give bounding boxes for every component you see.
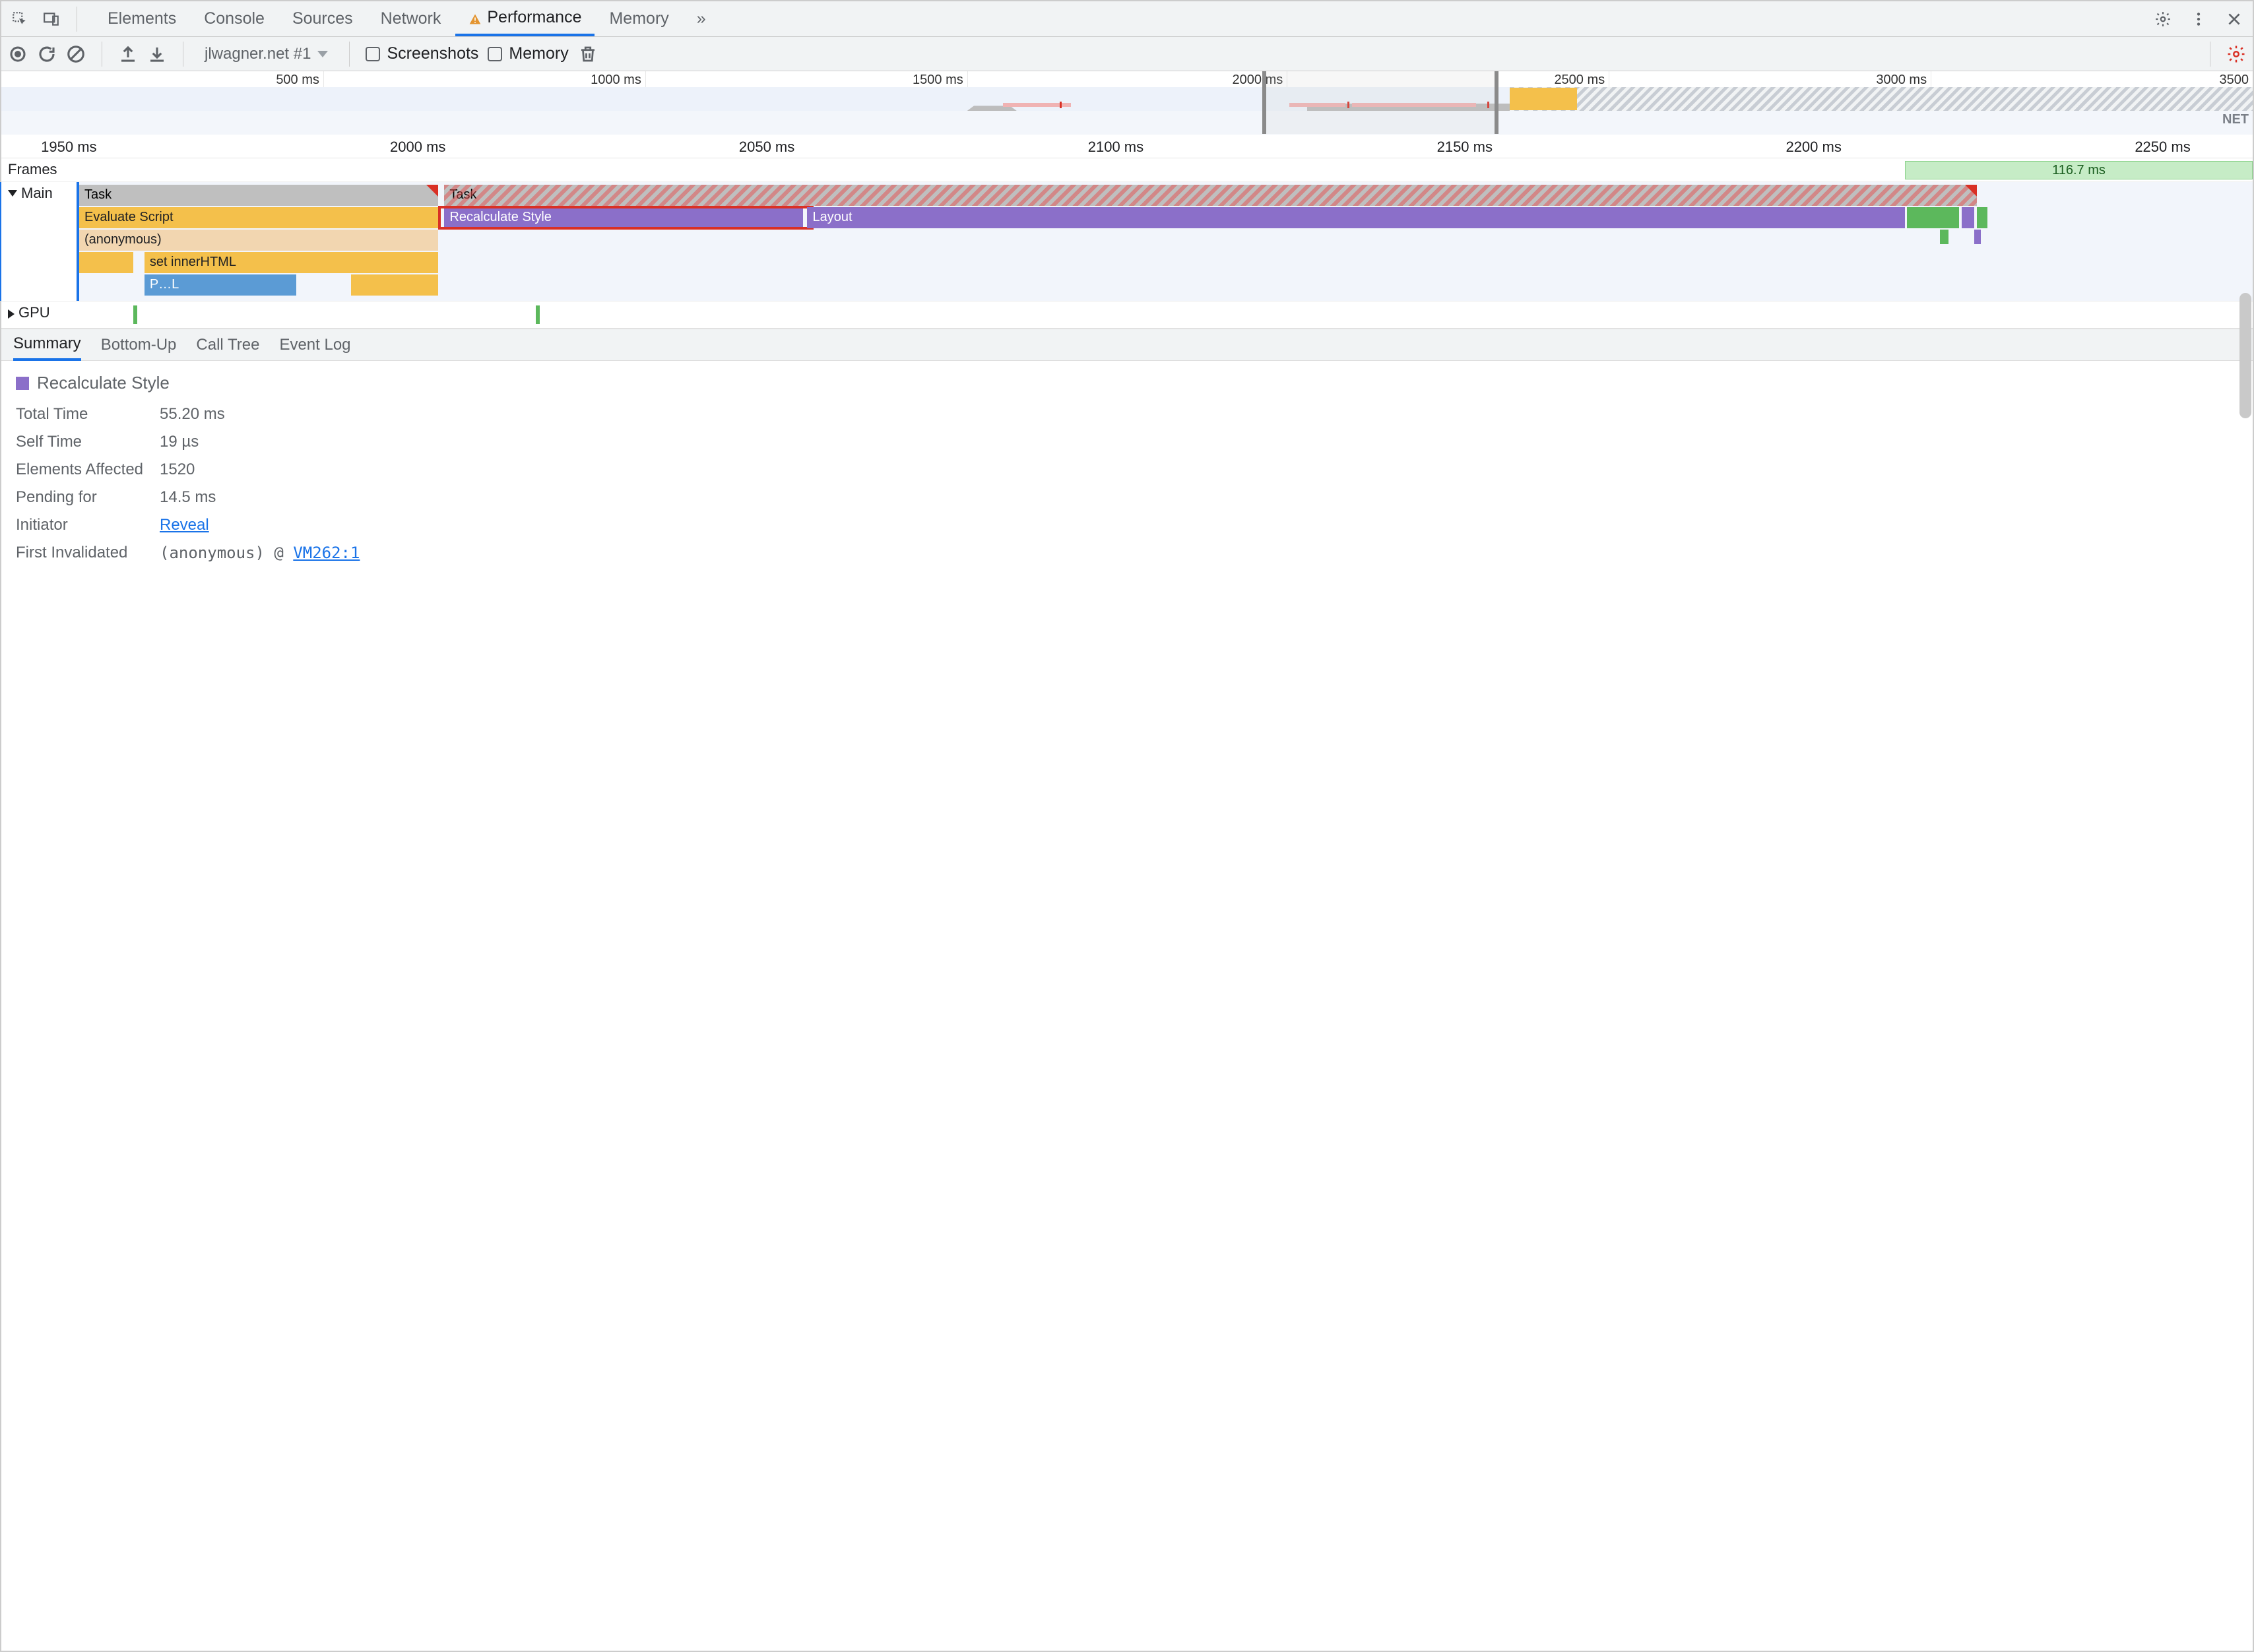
- warning-icon: [468, 11, 482, 24]
- cpu-hatch: [1510, 87, 2253, 111]
- bar-tiny[interactable]: [1940, 230, 1948, 244]
- summary-key: Elements Affected: [16, 461, 148, 479]
- scrollbar[interactable]: [2239, 293, 2251, 418]
- record-icon[interactable]: [8, 44, 28, 64]
- selection-highlight: [438, 206, 814, 230]
- summary-title: Recalculate Style: [37, 373, 170, 393]
- overview-net-row: NET: [1, 111, 2253, 135]
- chevron-down-icon[interactable]: [8, 190, 17, 197]
- bar-paint[interactable]: [1907, 207, 1959, 228]
- bar-tiny[interactable]: [351, 274, 438, 296]
- tab-performance[interactable]: Performance: [455, 1, 595, 36]
- bar-tiny[interactable]: [1977, 207, 1987, 228]
- settings-gear-icon[interactable]: [2150, 6, 2176, 32]
- panel-tabs: Elements Console Sources Network Perform…: [94, 1, 719, 36]
- overview-selection[interactable]: [1262, 71, 1498, 134]
- stack-frame: (anonymous) @ VM262:1: [160, 544, 360, 562]
- color-swatch: [16, 377, 29, 390]
- checkbox-icon: [366, 47, 380, 61]
- gpu-activity[interactable]: [133, 305, 137, 324]
- source-link[interactable]: VM262:1: [293, 544, 360, 562]
- bar-evaluate-script[interactable]: Evaluate Script: [79, 207, 438, 228]
- summary-key: Pending for: [16, 488, 148, 507]
- inspect-element-icon[interactable]: [7, 6, 33, 32]
- summary-panel: Recalculate Style Total Time 55.20 ms Sel…: [1, 361, 2253, 583]
- frame-pill[interactable]: 116.7 ms: [1905, 161, 2253, 179]
- track-main[interactable]: Main Task Task Evaluate Script Recalcula…: [1, 182, 2253, 302]
- main-label: Main: [21, 185, 53, 202]
- capture-settings-gear-icon[interactable]: [2226, 44, 2246, 64]
- summary-key: Total Time: [16, 405, 148, 424]
- reload-icon[interactable]: [37, 44, 57, 64]
- bar-tiny[interactable]: [1962, 207, 1975, 228]
- download-icon[interactable]: [147, 44, 167, 64]
- detail-ruler[interactable]: 1950 ms 2000 ms 2050 ms 2100 ms 2150 ms …: [1, 135, 2253, 158]
- tab-bottom-up[interactable]: Bottom-Up: [101, 331, 177, 360]
- tabs-overflow[interactable]: »: [684, 1, 719, 36]
- tab-call-tree[interactable]: Call Tree: [196, 331, 259, 360]
- gpu-label: GPU: [18, 304, 50, 321]
- bar-layout[interactable]: Layout: [807, 207, 1904, 228]
- bar-tiny[interactable]: [79, 252, 133, 273]
- summary-value: 1520: [160, 461, 195, 479]
- net-label: NET: [2222, 112, 2249, 127]
- long-task-corner-icon: [426, 185, 438, 197]
- main-flame-lane[interactable]: Task Task Evaluate Script Recalculate St…: [77, 182, 2253, 301]
- tracks: Frames 116.7 ms Main Task Task Evaluate …: [1, 158, 2253, 329]
- recording-select[interactable]: jlwagner.net #1: [199, 45, 333, 63]
- memory-checkbox[interactable]: Memory: [488, 44, 568, 63]
- screenshots-checkbox[interactable]: Screenshots: [366, 44, 478, 63]
- separator: [349, 42, 350, 67]
- tab-event-log[interactable]: Event Log: [279, 331, 350, 360]
- reveal-link[interactable]: Reveal: [160, 516, 209, 534]
- track-gpu[interactable]: GPU: [1, 302, 2253, 329]
- trash-icon[interactable]: [578, 44, 598, 64]
- device-toolbar-icon[interactable]: [38, 6, 65, 32]
- devtools-tabs-bar: Elements Console Sources Network Perform…: [1, 1, 2253, 37]
- track-frames[interactable]: Frames 116.7 ms: [1, 158, 2253, 182]
- chevron-down-icon: [317, 51, 328, 57]
- bar-anonymous[interactable]: (anonymous): [79, 230, 438, 251]
- performance-toolbar: jlwagner.net #1 Screenshots Memory: [1, 37, 2253, 71]
- clear-icon[interactable]: [66, 44, 86, 64]
- frames-label: Frames: [8, 161, 57, 178]
- chevron-right-icon[interactable]: [8, 309, 15, 319]
- summary-key: Initiator: [16, 516, 148, 534]
- summary-value: 19 µs: [160, 433, 199, 451]
- bar-set-innerhtml[interactable]: set innerHTML: [145, 252, 438, 273]
- close-icon[interactable]: [2221, 6, 2247, 32]
- summary-key: Self Time: [16, 433, 148, 451]
- overview-timeline[interactable]: 500 ms 1000 ms 1500 ms 2000 ms 2500 ms 3…: [1, 71, 2253, 135]
- bar-tiny[interactable]: [1974, 230, 1981, 244]
- tab-memory[interactable]: Memory: [596, 1, 682, 36]
- tab-elements[interactable]: Elements: [94, 1, 189, 36]
- tab-console[interactable]: Console: [191, 1, 278, 36]
- bar-task[interactable]: Task: [79, 185, 438, 206]
- summary-value: 55.20 ms: [160, 405, 225, 424]
- cpu-bump: [1510, 88, 1577, 110]
- bar-task-long[interactable]: Task: [444, 185, 1976, 206]
- marker: [1060, 102, 1062, 108]
- bar-parse-html[interactable]: P…L: [145, 274, 297, 296]
- upload-icon[interactable]: [118, 44, 138, 64]
- gpu-activity[interactable]: [536, 305, 540, 324]
- summary-key: First Invalidated: [16, 544, 148, 562]
- checkbox-icon: [488, 47, 502, 61]
- kebab-menu-icon[interactable]: [2185, 6, 2212, 32]
- long-task-corner-icon: [1965, 185, 1977, 197]
- summary-value: 14.5 ms: [160, 488, 216, 507]
- tab-sources[interactable]: Sources: [279, 1, 366, 36]
- tab-summary[interactable]: Summary: [13, 329, 81, 361]
- tab-network[interactable]: Network: [368, 1, 455, 36]
- details-tabs: Summary Bottom-Up Call Tree Event Log: [1, 329, 2253, 361]
- overview-ruler: 500 ms 1000 ms 1500 ms 2000 ms 2500 ms 3…: [1, 71, 2253, 87]
